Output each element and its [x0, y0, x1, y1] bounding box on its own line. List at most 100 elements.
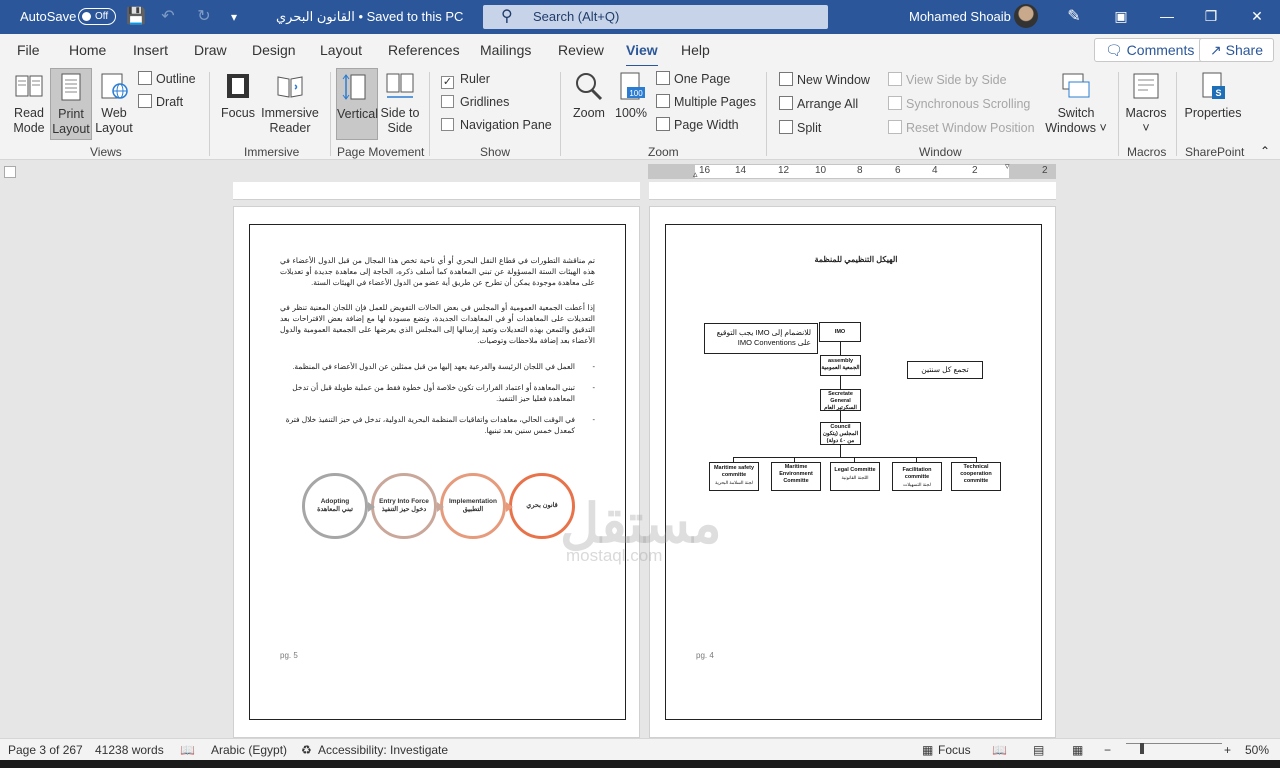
- tab-home[interactable]: Home: [69, 42, 106, 58]
- accessibility-icon[interactable]: ♻: [301, 743, 312, 757]
- tab-layout[interactable]: Layout: [320, 42, 362, 58]
- navigation-pane-checkbox[interactable]: Navigation Pane: [441, 118, 552, 132]
- tab-help[interactable]: Help: [681, 42, 710, 58]
- macros-button[interactable]: Macros ˅: [1122, 70, 1170, 136]
- focus-mode-icon[interactable]: ▦: [922, 743, 933, 757]
- org-committee: Legal Committe اللجنة القانونية: [830, 462, 880, 491]
- customize-quick-access-icon[interactable]: ▾: [224, 7, 244, 27]
- tab-mailings[interactable]: Mailings: [480, 42, 531, 58]
- tab-design[interactable]: Design: [252, 42, 296, 58]
- svg-text:S: S: [1215, 88, 1221, 98]
- print-layout-view-icon[interactable]: ▤: [1033, 743, 1044, 757]
- gridlines-check-icon: [441, 95, 454, 108]
- page-4[interactable]: الهيكل التنظيمي للمنظمة للانضمام إلى IMO…: [649, 206, 1056, 738]
- user-name[interactable]: Mohamed Shoaib: [909, 9, 1011, 24]
- redo-icon[interactable]: ↻: [194, 7, 214, 27]
- ruler-tick: 2: [972, 165, 978, 176]
- bullet-marker: -: [592, 362, 596, 371]
- read-mode-button[interactable]: Read Mode: [6, 70, 52, 136]
- autosave-toggle[interactable]: Off: [78, 8, 116, 25]
- menu-bar: File Home Insert Draw Design Layout Refe…: [0, 34, 1280, 68]
- split-button[interactable]: Split: [779, 120, 821, 135]
- minimize-icon[interactable]: —: [1144, 0, 1190, 32]
- window-group-label: Window: [919, 145, 962, 159]
- page-width-button[interactable]: Page Width: [656, 117, 739, 132]
- page-count[interactable]: Page 3 of 267: [8, 743, 83, 757]
- view-side-by-side-button[interactable]: View Side by Side: [888, 72, 1007, 87]
- zoom-level[interactable]: 50%: [1245, 743, 1269, 757]
- horizontal-ruler[interactable]: 16 14 12 10 8 6 4 2 2 ▿ ▵: [648, 161, 1056, 180]
- tab-insert[interactable]: Insert: [133, 42, 168, 58]
- switch-windows-button[interactable]: Switch Windows ˅: [1040, 70, 1112, 136]
- tab-view[interactable]: View: [626, 42, 658, 68]
- web-layout-view-icon[interactable]: ▦: [1072, 743, 1083, 757]
- draft-button[interactable]: Draft: [138, 94, 183, 109]
- proofing-icon[interactable]: 📖: [180, 743, 195, 757]
- process-step-ar: دخول حيز التنفيذ: [381, 506, 427, 513]
- document-workspace[interactable]: تم مناقشة التطورات في قطاع النقل البحري …: [0, 182, 1280, 738]
- org-connector: [840, 376, 841, 389]
- watermark-url: mostaql.com: [566, 546, 663, 565]
- indent-marker-icon[interactable]: ▿: [1005, 161, 1010, 172]
- undo-icon[interactable]: ↶: [158, 7, 178, 27]
- ruler-label: Ruler: [460, 72, 490, 86]
- committee-ar: اللجنة القانونية: [841, 475, 869, 480]
- ruler-checkbox[interactable]: ✓ Ruler: [441, 72, 490, 89]
- web-layout-label: Web Layout: [95, 106, 133, 135]
- zoom-button[interactable]: Zoom: [568, 70, 610, 121]
- immersive-group-label: Immersive: [244, 145, 300, 159]
- comments-label: Comments: [1126, 42, 1195, 58]
- reset-window-position-button[interactable]: Reset Window Position: [888, 120, 1035, 135]
- restore-icon[interactable]: ❐: [1188, 0, 1234, 32]
- immersive-reader-button[interactable]: Immersive Reader: [258, 70, 322, 136]
- tab-references[interactable]: References: [388, 42, 460, 58]
- zoom-100-button[interactable]: 100 100%: [612, 70, 650, 121]
- focus-button[interactable]: Focus: [218, 70, 258, 121]
- gridlines-label: Gridlines: [460, 95, 510, 109]
- side-to-side-button[interactable]: Side to Side: [380, 70, 420, 136]
- separator: [1118, 72, 1119, 156]
- arrange-all-button[interactable]: Arrange All: [779, 96, 858, 111]
- gridlines-checkbox[interactable]: Gridlines: [441, 95, 509, 109]
- zoom-slider-thumb[interactable]: [1140, 743, 1144, 754]
- accessibility-status[interactable]: Accessibility: Investigate: [318, 743, 448, 757]
- read-mode-view-icon[interactable]: 📖: [992, 743, 1007, 757]
- org-committee: Maritime Environment Committe: [771, 462, 821, 491]
- language-indicator[interactable]: Arabic (Egypt): [211, 743, 287, 757]
- page-5[interactable]: تم مناقشة التطورات في قطاع النقل البحري …: [233, 206, 640, 738]
- collapse-ribbon-chevron-icon[interactable]: ⌃: [1260, 144, 1270, 158]
- committee-name: Maritime Environment Committe: [779, 464, 813, 484]
- arrange-all-icon: [779, 96, 793, 110]
- designer-pen-icon[interactable]: ✎: [1064, 7, 1084, 27]
- outline-button[interactable]: Outline: [138, 71, 196, 86]
- committee-name: Facilitation committe: [902, 467, 932, 480]
- word-count[interactable]: 41238 words: [95, 743, 164, 757]
- ribbon-display-options-icon[interactable]: ▣: [1098, 0, 1144, 32]
- search-box[interactable]: ⚲ Search (Alt+Q): [483, 5, 828, 29]
- tab-selector[interactable]: [4, 166, 16, 178]
- multiple-pages-button[interactable]: Multiple Pages: [656, 94, 756, 109]
- zoom-out-button[interactable]: −: [1104, 743, 1111, 757]
- synchronous-scrolling-button[interactable]: Synchronous Scrolling: [888, 96, 1030, 111]
- comment-icon: 🗨: [1105, 42, 1127, 58]
- share-button[interactable]: ↗ Share: [1199, 38, 1274, 62]
- tab-review[interactable]: Review: [558, 42, 604, 58]
- zoom-in-button[interactable]: +: [1224, 743, 1231, 757]
- properties-button[interactable]: S Properties: [1182, 70, 1244, 121]
- close-icon[interactable]: ✕: [1234, 0, 1280, 32]
- comments-button[interactable]: 🗨 Comments: [1094, 38, 1206, 62]
- tab-file[interactable]: File: [17, 42, 40, 58]
- page-border: تم مناقشة التطورات في قطاع النقل البحري …: [249, 224, 626, 720]
- vertical-button[interactable]: Vertical: [336, 68, 378, 140]
- save-icon[interactable]: 💾: [126, 7, 146, 27]
- one-page-button[interactable]: One Page: [656, 71, 730, 86]
- tab-draw[interactable]: Draw: [194, 42, 227, 58]
- left-indent-marker-icon[interactable]: ▵: [693, 169, 698, 180]
- document-title[interactable]: القانون البحري • Saved to this PC: [276, 9, 463, 25]
- web-layout-button[interactable]: Web Layout: [94, 70, 134, 136]
- print-layout-button[interactable]: Print Layout: [50, 68, 92, 140]
- user-avatar[interactable]: [1014, 4, 1038, 28]
- new-window-button[interactable]: New Window: [779, 72, 870, 87]
- one-page-label: One Page: [674, 72, 731, 86]
- focus-mode-label[interactable]: Focus: [938, 743, 971, 757]
